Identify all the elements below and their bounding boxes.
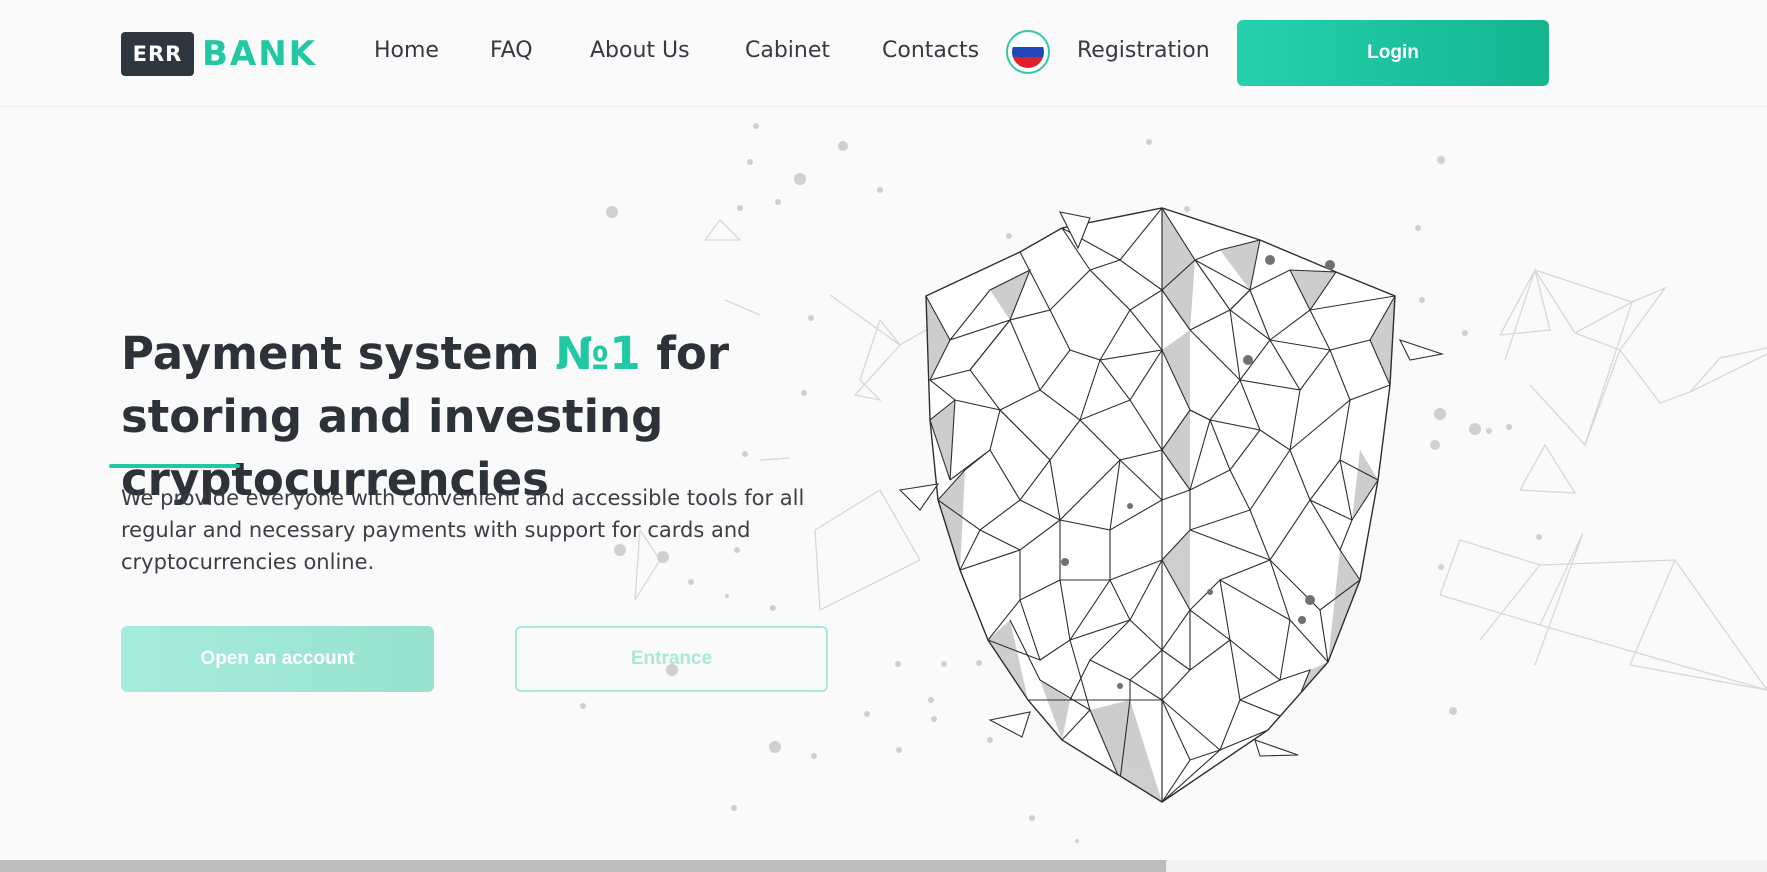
polygon-shield-illustration	[898, 207, 1445, 803]
nav-faq[interactable]: FAQ	[490, 38, 533, 63]
title-underline	[109, 464, 240, 468]
open-account-button[interactable]: Open an account	[121, 626, 434, 692]
logo-badge: ERR	[121, 32, 194, 76]
site-header: ERR BANK Home FAQ About Us Cabinet Conta…	[0, 0, 1767, 107]
hero-title-part1: Payment system	[121, 327, 556, 380]
russia-flag-icon[interactable]	[1006, 30, 1050, 74]
nav-about-us[interactable]: About Us	[590, 38, 690, 63]
scroll-progress-fill	[0, 860, 1167, 872]
scroll-progress-bar	[0, 860, 1767, 872]
nav-registration[interactable]: Registration	[1077, 38, 1210, 63]
logo-name: BANK	[202, 34, 318, 74]
hero-title-accent: №1	[555, 327, 641, 380]
logo[interactable]: ERR BANK	[121, 31, 317, 77]
entrance-button[interactable]: Entrance	[515, 626, 828, 692]
nav-cabinet[interactable]: Cabinet	[745, 38, 830, 63]
nav-contacts[interactable]: Contacts	[882, 38, 979, 63]
nav-home[interactable]: Home	[374, 38, 439, 63]
hero-description: We provide everyone with convenient and …	[121, 486, 805, 574]
login-button[interactable]: Login	[1237, 20, 1549, 86]
